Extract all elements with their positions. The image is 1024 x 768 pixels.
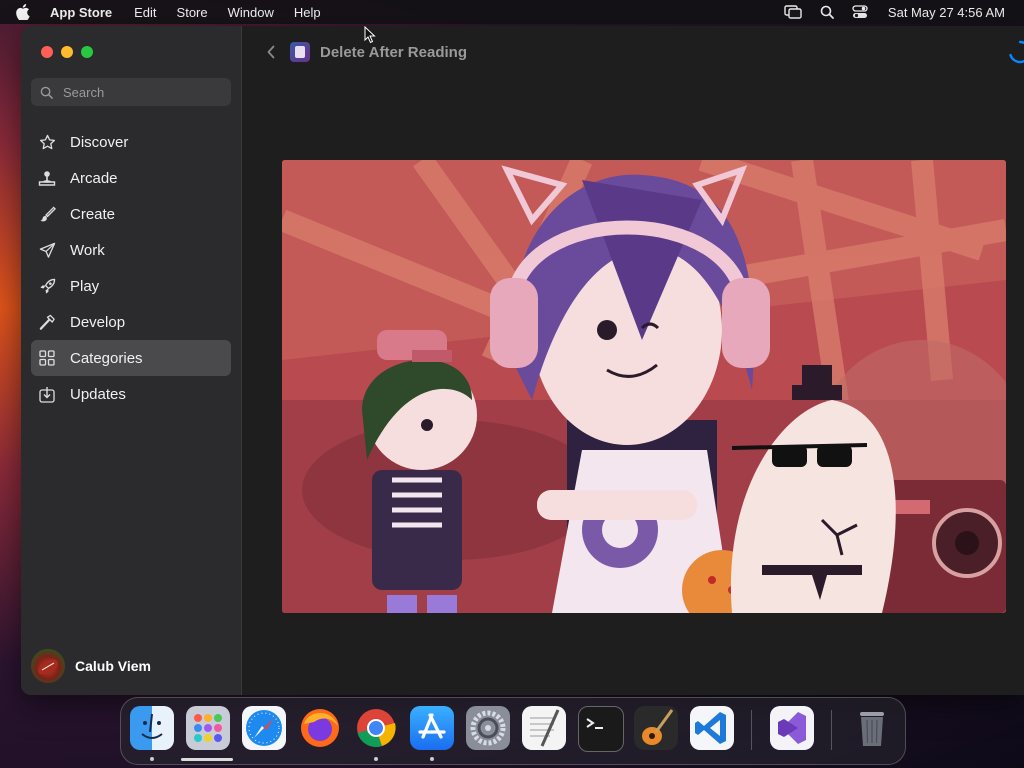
dock-terminal-icon[interactable] — [578, 706, 624, 752]
dock-chrome-icon[interactable] — [354, 706, 398, 750]
paperplane-icon — [38, 242, 56, 259]
dock-running-indicator — [430, 757, 434, 761]
zoom-window-button[interactable] — [81, 46, 93, 58]
sidebar-item-play[interactable]: Play — [31, 268, 231, 304]
spotlight-search-icon[interactable] — [820, 5, 834, 19]
app-icon — [290, 42, 310, 62]
app-store-window: Discover Arcade Create Work — [21, 26, 1024, 695]
user-name: Calub Viem — [75, 658, 151, 674]
dock-vscode-icon[interactable] — [690, 706, 734, 750]
rocket-icon — [38, 278, 56, 295]
sidebar-item-discover[interactable]: Discover — [31, 124, 231, 160]
back-button[interactable] — [266, 45, 276, 59]
dock-separator — [831, 710, 832, 750]
grid-icon — [38, 350, 56, 366]
sidebar-item-label: Discover — [70, 133, 129, 151]
menu-bar: App Store Edit Store Window Help Sat May… — [0, 0, 1024, 24]
sidebar-item-label: Develop — [70, 313, 126, 331]
search-icon — [40, 86, 53, 99]
mouse-cursor-icon — [364, 25, 376, 49]
sidebar-item-label: Play — [70, 277, 100, 295]
status-area: Sat May 27 4:56 AM — [766, 0, 1005, 24]
minimize-window-button[interactable] — [61, 46, 73, 58]
toolbar: Delete After Reading — [242, 26, 1024, 78]
window-controls — [41, 46, 93, 58]
dock-textedit-icon[interactable] — [522, 706, 566, 750]
paintbrush-icon — [38, 205, 56, 223]
sidebar-item-categories[interactable]: Categories — [31, 340, 231, 376]
main-content: Delete After Reading — [242, 26, 1024, 695]
sidebar-item-work[interactable]: Work — [31, 232, 231, 268]
control-center-icon[interactable] — [852, 5, 868, 19]
dock-visual-studio-icon[interactable] — [770, 706, 814, 750]
hammer-icon — [38, 314, 56, 331]
menu-store[interactable]: Store — [177, 5, 208, 20]
search-field[interactable] — [31, 78, 231, 106]
screen-mirroring-icon[interactable] — [784, 5, 802, 19]
avatar — [31, 649, 65, 683]
menu-help[interactable]: Help — [294, 5, 321, 20]
dock-system-settings-icon[interactable] — [466, 706, 510, 750]
sidebar-item-label: Arcade — [70, 169, 118, 187]
menu-edit[interactable]: Edit — [134, 5, 156, 20]
menu-clock[interactable]: Sat May 27 4:56 AM — [888, 5, 1005, 20]
app-title: Delete After Reading — [320, 43, 467, 61]
joystick-icon — [38, 170, 56, 187]
menu-window[interactable]: Window — [228, 5, 274, 20]
sidebar-item-label: Categories — [70, 349, 143, 367]
apple-menu-icon[interactable] — [16, 4, 34, 20]
dock-running-indicator — [374, 757, 378, 761]
star-icon — [38, 134, 56, 151]
sidebar-item-develop[interactable]: Develop — [31, 304, 231, 340]
sidebar-item-updates[interactable]: Updates — [31, 376, 231, 412]
dock-garageband-icon[interactable] — [634, 706, 678, 750]
sidebar: Discover Arcade Create Work — [21, 26, 242, 695]
sidebar-item-label: Work — [70, 241, 105, 259]
game-artwork-image — [282, 160, 1006, 613]
dock-trash-icon[interactable] — [850, 706, 894, 750]
search-input[interactable] — [61, 83, 225, 101]
loading-spinner-icon — [1008, 40, 1024, 69]
sidebar-item-label: Create — [70, 205, 116, 223]
close-window-button[interactable] — [41, 46, 53, 58]
account-button[interactable]: Calub Viem — [31, 649, 151, 683]
dock-launchpad-icon[interactable] — [186, 706, 230, 750]
dock — [120, 697, 906, 765]
download-icon — [38, 386, 56, 403]
sidebar-nav: Discover Arcade Create Work Play Develop… — [31, 124, 231, 412]
dock-launchpad-highlight — [181, 758, 233, 761]
dock-firefox-icon[interactable] — [298, 706, 342, 750]
dock-running-indicator — [150, 757, 154, 761]
dock-app-store-icon[interactable] — [410, 706, 454, 750]
dock-finder-icon[interactable] — [130, 706, 174, 750]
dock-separator — [751, 710, 752, 750]
sidebar-item-label: Updates — [70, 385, 126, 403]
dock-safari-icon[interactable] — [242, 706, 286, 750]
menu-app-store[interactable]: App Store — [50, 5, 112, 20]
sidebar-item-create[interactable]: Create — [31, 196, 231, 232]
sidebar-item-arcade[interactable]: Arcade — [31, 160, 231, 196]
